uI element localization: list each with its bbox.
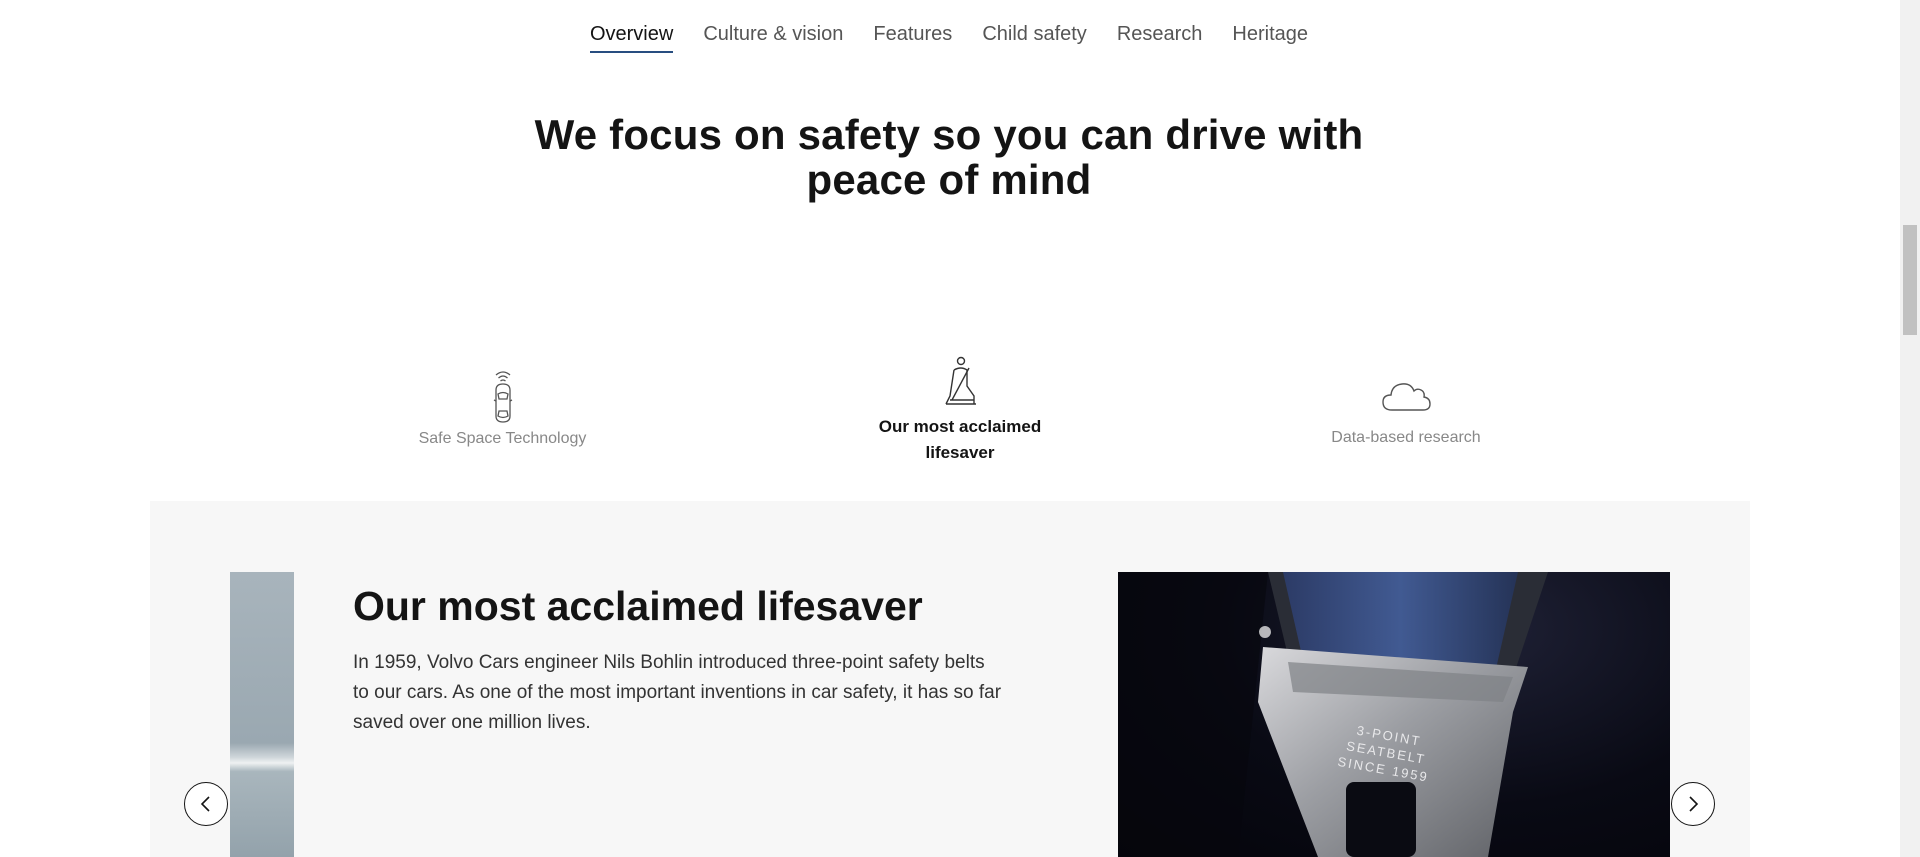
scrollbar[interactable]	[1900, 0, 1920, 857]
slide-description: In 1959, Volvo Cars engineer Nils Bohlin…	[353, 652, 1002, 733]
section-tabs: Overview Culture & vision Features Child…	[0, 24, 1898, 53]
tab-research[interactable]: Research	[1117, 24, 1203, 53]
feature-safe-space[interactable]: Safe Space Technology	[400, 368, 605, 452]
scrollbar-thumb[interactable]	[1903, 225, 1917, 335]
slide-title: Our most acclaimed lifesaver	[353, 583, 923, 629]
carousel-next-button[interactable]	[1671, 782, 1715, 826]
feature-data-research[interactable]: Data-based research	[1310, 376, 1502, 451]
seatbelt-image: 3-POINT SEATBELT SINCE 1959	[1118, 572, 1670, 857]
chevron-left-icon	[200, 796, 210, 812]
feature-lifesaver[interactable]: Our most acclaimed lifesaver	[860, 356, 1060, 466]
tab-overview[interactable]: Overview	[589, 24, 674, 53]
tab-heritage[interactable]: Heritage	[1232, 24, 1308, 53]
tab-child-safety[interactable]: Child safety	[982, 24, 1087, 53]
previous-slide-image[interactable]	[230, 572, 294, 857]
tab-features[interactable]: Features	[873, 24, 952, 53]
chevron-right-icon	[1689, 796, 1699, 812]
feature-label: Our most acclaimed lifesaver	[878, 417, 1042, 462]
feature-label: Data-based research	[1331, 429, 1481, 446]
car-sensor-icon	[400, 368, 605, 424]
feature-label: Safe Space Technology	[418, 430, 587, 447]
carousel-prev-button[interactable]	[184, 782, 228, 826]
page-heading: We focus on safety so you can drive with…	[0, 112, 1898, 202]
cloud-icon	[1310, 376, 1502, 416]
tab-culture-vision[interactable]: Culture & vision	[703, 24, 843, 53]
seatbelt-person-icon	[860, 356, 1060, 408]
page-heading-text: We focus on safety so you can drive with…	[534, 111, 1364, 203]
